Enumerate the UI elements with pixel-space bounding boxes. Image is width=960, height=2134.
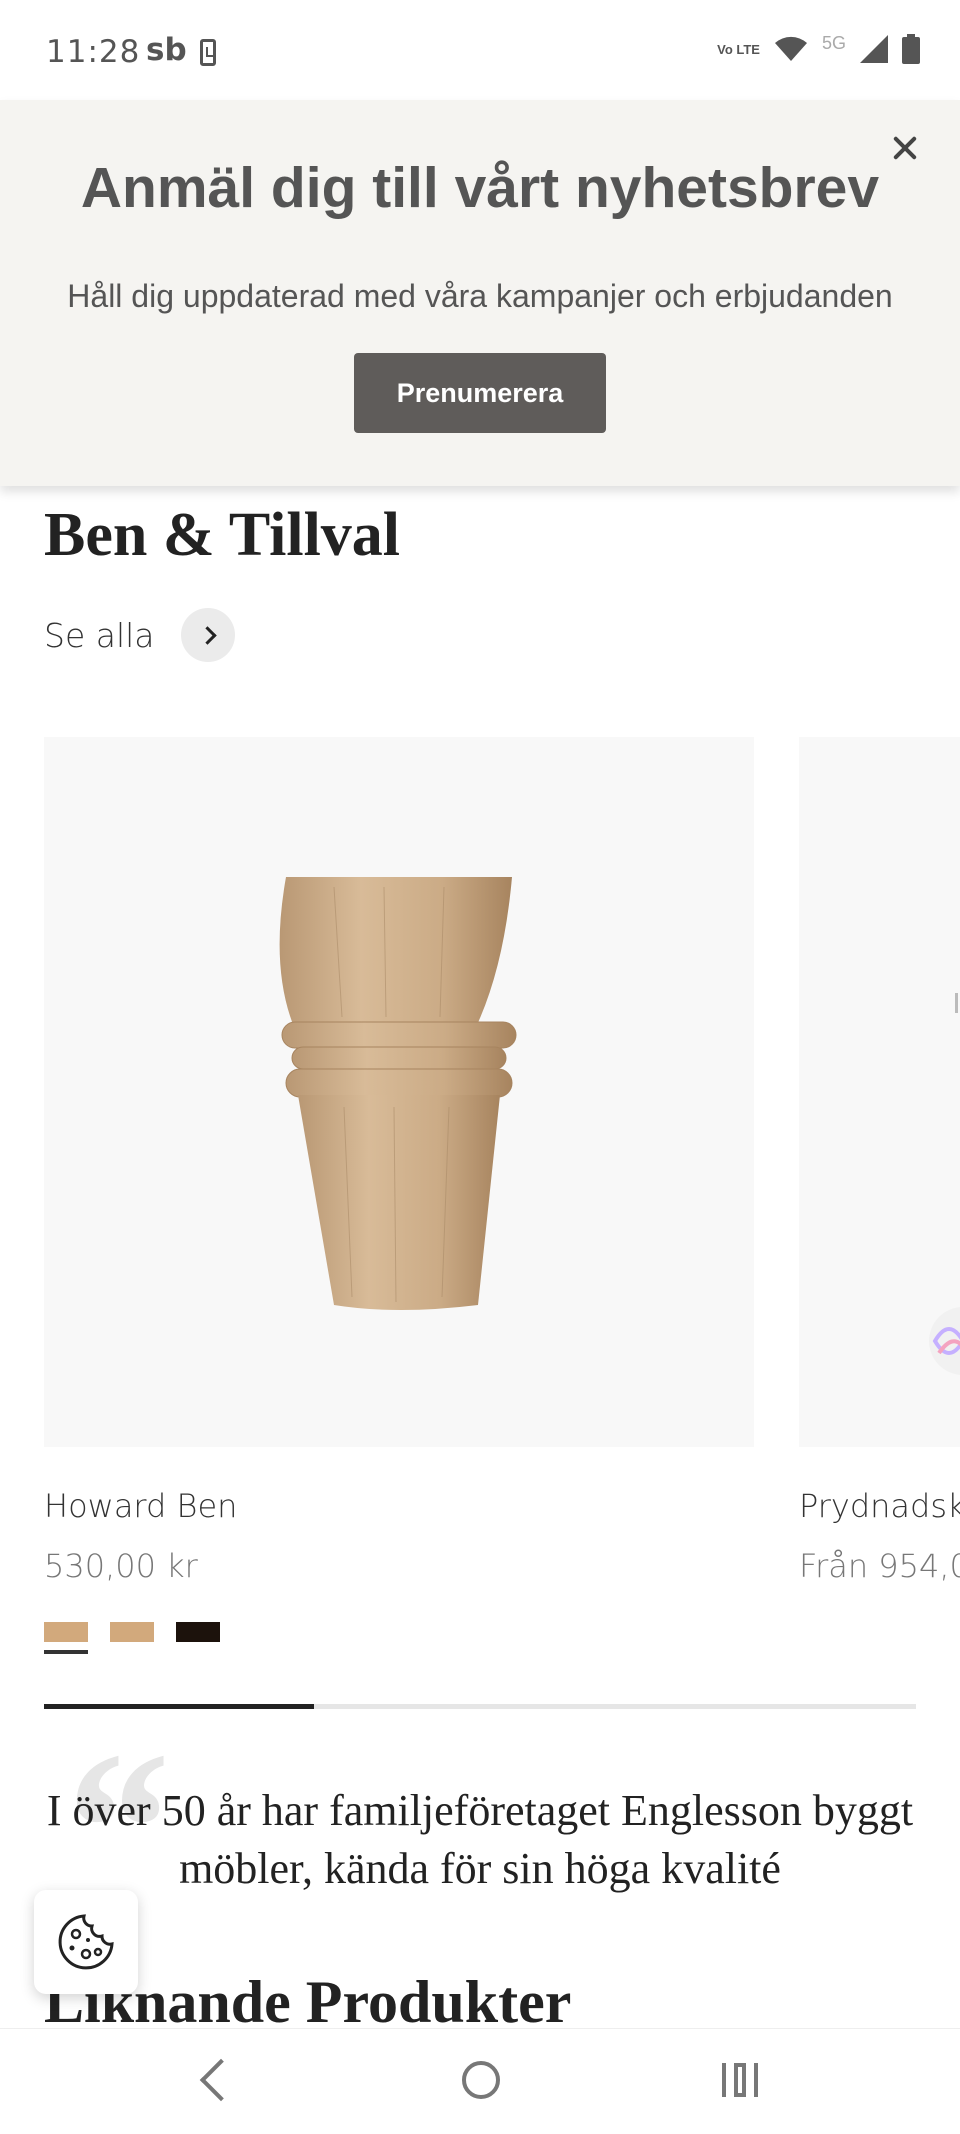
home-icon[interactable] [462, 2061, 500, 2099]
subscribe-button[interactable]: Prenumerera [354, 353, 606, 433]
carousel-scrollbar[interactable] [44, 1704, 916, 1709]
product-name[interactable]: Prydnadsk [799, 1487, 960, 1525]
newsletter-title: Anmäl dig till vårt nyhetsbrev [80, 156, 880, 220]
back-icon[interactable] [199, 2058, 243, 2102]
battery-icon [902, 34, 920, 64]
phone-notification-icon [200, 39, 216, 66]
product-image[interactable] [799, 737, 960, 1447]
system-navigation-bar [0, 2028, 960, 2134]
swatch-light-oak[interactable] [44, 1622, 88, 1654]
swatch-oak[interactable] [110, 1622, 154, 1642]
chevron-right-icon[interactable] [180, 608, 235, 662]
volte-icon: Vo LTE [717, 41, 760, 57]
newsletter-subtitle: Håll dig uppdaterad med våra kampanjer o… [67, 278, 893, 314]
see-all-link[interactable]: Se alla [44, 608, 235, 662]
close-icon[interactable] [878, 120, 934, 176]
product-price: Från 954,0 [799, 1547, 960, 1585]
swatch-dark[interactable] [176, 1622, 220, 1642]
company-quote: I över 50 år har familjeföretaget Engles… [46, 1786, 914, 1893]
status-bar: 11:28 sb Vo LTE 5G [0, 0, 960, 100]
see-all-label: Se alla [44, 615, 155, 655]
status-carrier: sb [146, 32, 187, 68]
newsletter-banner: Anmäl dig till vårt nyhetsbrev Håll dig … [0, 100, 960, 486]
wifi-icon [774, 36, 807, 61]
status-icons: Vo LTE 5G [717, 32, 920, 64]
cookie-settings-button[interactable] [34, 1890, 138, 1994]
signal-icon [860, 35, 888, 63]
color-swatches [44, 1622, 220, 1654]
section-title: Ben & Tillval [44, 501, 401, 569]
furniture-leg-image [279, 877, 517, 1310]
status-time: 11:28 [46, 34, 141, 70]
cookie-icon [58, 1914, 114, 1970]
product-card[interactable]: Howard Ben 530,00 kr [44, 737, 754, 1654]
product-image[interactable] [44, 737, 754, 1447]
product-name[interactable]: Howard Ben [44, 1487, 237, 1525]
product-price: 530,00 kr [44, 1547, 198, 1585]
network-5g-label: 5G [821, 32, 846, 53]
product-card[interactable]: Prydnadsk Från 954,0 [799, 737, 960, 1637]
recent-apps-icon[interactable] [722, 2063, 758, 2097]
decorative-product-image [929, 993, 960, 1375]
